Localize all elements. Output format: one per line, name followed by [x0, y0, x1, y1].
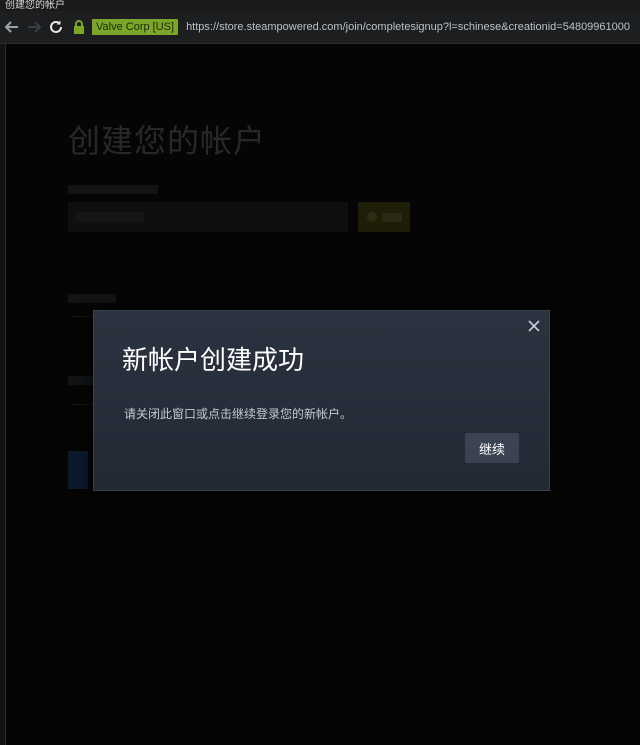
window-title: 创建您的帐户 [0, 0, 640, 11]
check-icon [367, 212, 377, 222]
dim-submit-button[interactable] [68, 451, 88, 489]
username-input[interactable] [68, 202, 348, 232]
arrow-right-icon [28, 21, 42, 33]
dim-input-text [76, 212, 144, 222]
address-bar[interactable]: https://store.steampowered.com/join/comp… [186, 21, 640, 33]
arrow-left-icon [4, 21, 18, 33]
forward-button[interactable] [24, 17, 44, 37]
reload-button[interactable] [46, 17, 66, 37]
dialog-title: 新帐户创建成功 [122, 346, 305, 376]
check-availability-button[interactable] [358, 202, 410, 232]
browser-toolbar: Valve Corp [US] https://store.steampower… [0, 11, 640, 44]
certificate-badge[interactable]: Valve Corp [US] [92, 19, 179, 35]
back-button[interactable] [2, 17, 22, 37]
continue-button[interactable]: 继续 [465, 433, 519, 463]
lock-icon [74, 20, 84, 34]
dim-check-label [382, 212, 402, 222]
close-icon [528, 320, 540, 332]
success-dialog: 新帐户创建成功 请关闭此窗口或点击继续登录您的新帐户。 继续 [93, 310, 550, 491]
close-button[interactable] [526, 318, 542, 334]
page-title: 创建您的帐户 [68, 122, 267, 160]
dim-label-username [68, 185, 158, 194]
dim-label-confirm [68, 376, 96, 385]
dim-label-password [68, 294, 116, 303]
reload-icon [50, 20, 62, 33]
dialog-message: 请关闭此窗口或点击继续登录您的新帐户。 [124, 407, 353, 421]
